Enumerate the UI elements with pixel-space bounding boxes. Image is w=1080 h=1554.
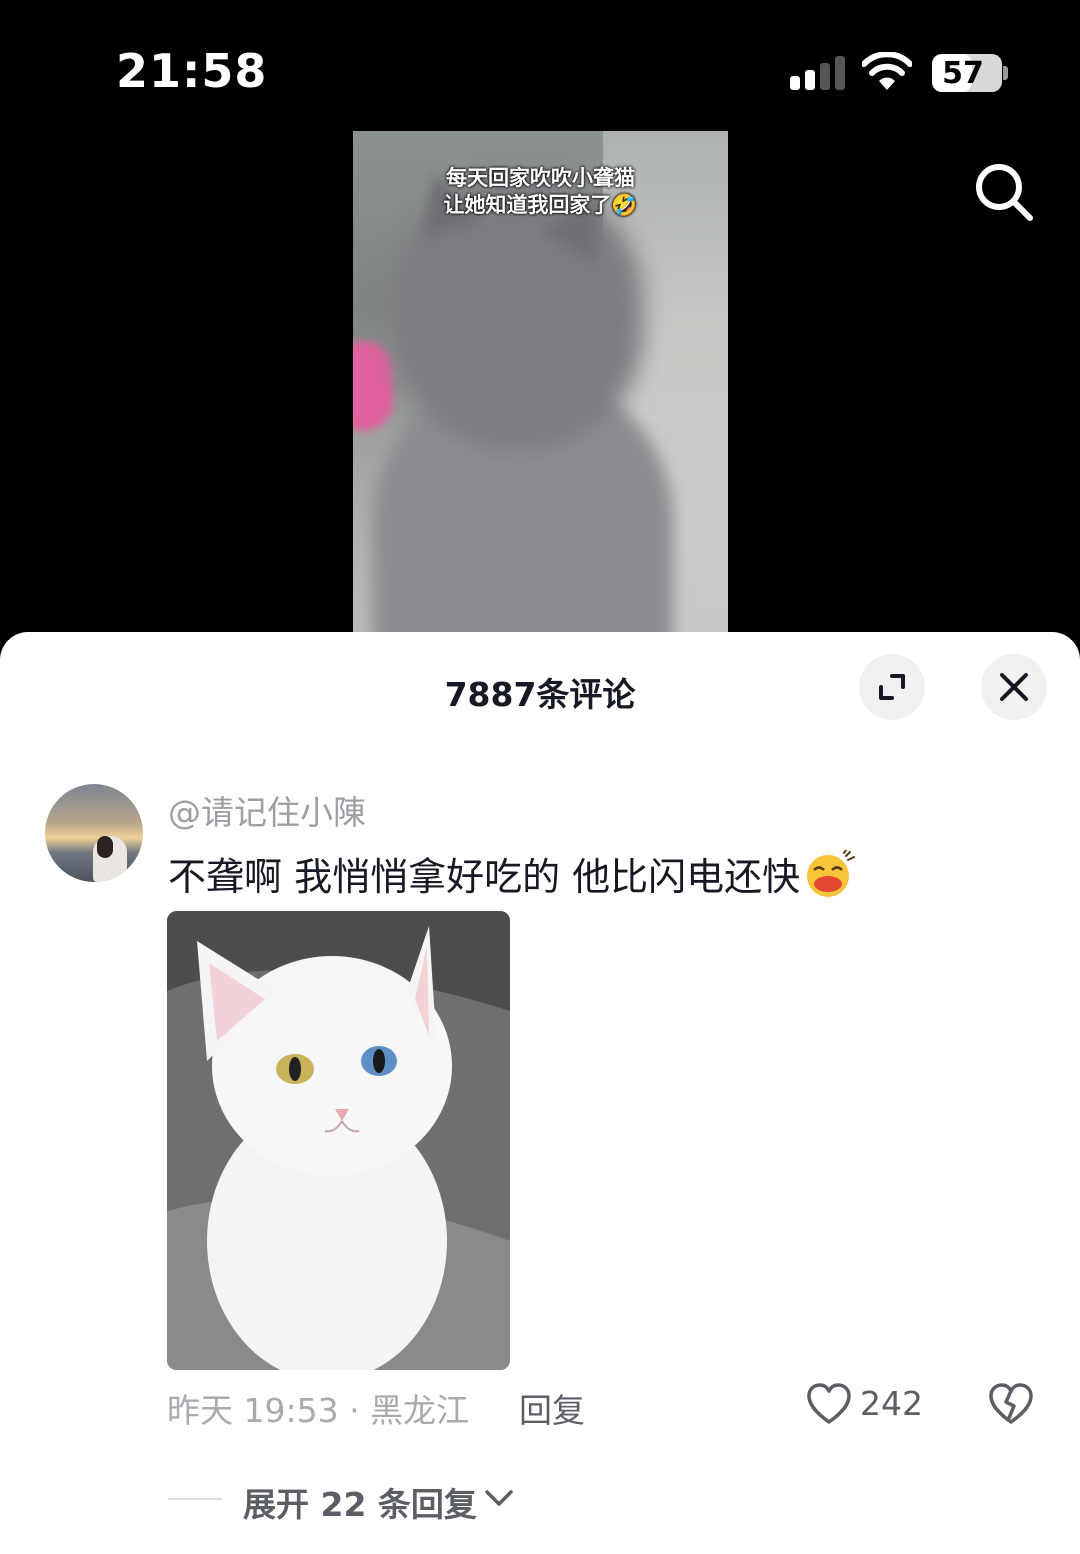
comment-time-location: 昨天 19:53 · 黑龙江 <box>167 1391 470 1430</box>
search-icon[interactable] <box>972 160 1036 224</box>
expand-replies-button[interactable]: 展开 22 条回复 <box>243 1478 477 1526</box>
avatar[interactable] <box>45 784 143 882</box>
wifi-icon <box>862 52 912 90</box>
comments-sheet: 7887条评论 @请记住小陳 不聋啊 我悄悄拿好吃的 他比闪电还快 昨天 19:… <box>0 632 1080 1554</box>
broken-heart-icon[interactable] <box>988 1382 1034 1426</box>
comment-body: 不聋啊 我悄悄拿好吃的 他比闪电还快 <box>168 846 856 901</box>
comment-text: 不聋啊 我悄悄拿好吃的 他比闪电还快 <box>168 855 801 899</box>
battery-percent: 57 <box>942 56 984 91</box>
comment-image[interactable] <box>167 911 510 1370</box>
status-time: 21:58 <box>116 44 268 98</box>
expand-button[interactable] <box>859 654 925 720</box>
reply-button[interactable]: 回复 <box>519 1384 585 1432</box>
battery-icon: 57 <box>932 54 1002 92</box>
chevron-down-icon[interactable] <box>483 1484 515 1512</box>
divider <box>168 1498 222 1500</box>
white-cat-image <box>167 911 510 1370</box>
comment-username[interactable]: @请记住小陳 <box>168 786 366 834</box>
drooling-emoji-icon <box>800 849 856 898</box>
like-count: 242 <box>860 1384 923 1423</box>
close-button[interactable] <box>981 654 1047 720</box>
heart-icon[interactable] <box>806 1382 852 1426</box>
signal-icon <box>790 56 846 90</box>
video-player[interactable]: 每天回家吹吹小聋猫 让她知道我回家了🤣 <box>353 131 728 633</box>
expand-icon <box>879 674 905 700</box>
video-caption: 每天回家吹吹小聋猫 让她知道我回家了🤣 <box>443 166 638 217</box>
close-icon <box>1000 673 1028 701</box>
status-bar: 21:58 57 <box>0 0 1080 130</box>
